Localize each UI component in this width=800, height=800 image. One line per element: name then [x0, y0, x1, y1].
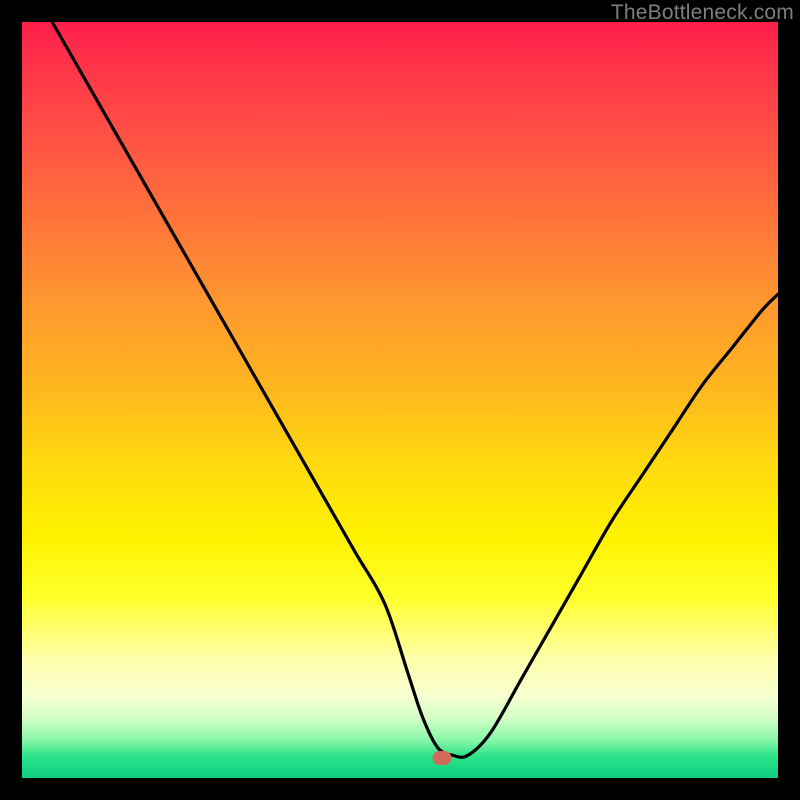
watermark-text: TheBottleneck.com — [611, 1, 794, 25]
plot-area — [22, 22, 778, 778]
bottleneck-curve — [22, 22, 778, 778]
optimum-marker — [432, 751, 451, 765]
chart-frame: TheBottleneck.com — [0, 0, 800, 800]
